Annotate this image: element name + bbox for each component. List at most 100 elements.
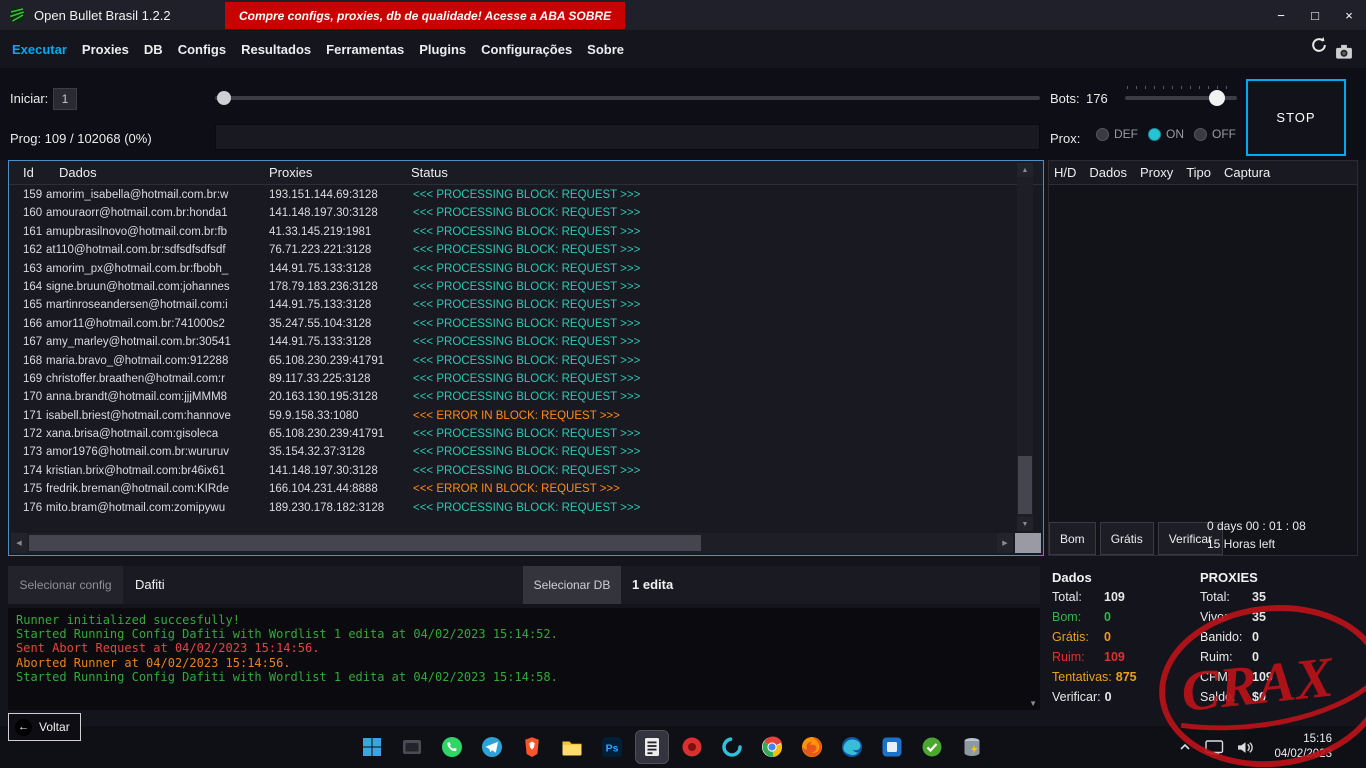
horizontal-scroll-thumb[interactable] xyxy=(29,535,701,551)
taskbar-icon-circle-app[interactable] xyxy=(716,731,748,763)
stat-value: 0 xyxy=(1104,630,1111,650)
stat-row: Tentativas:875 xyxy=(1052,670,1137,690)
table-row[interactable]: 160amouraorr@hotmail.com.br:honda1141.14… xyxy=(9,205,1014,223)
table-row[interactable]: 171isabell.briest@hotmail.com:hannove59.… xyxy=(9,408,1014,426)
table-row[interactable]: 170anna.brandt@hotmail.com:jjjMMM820.163… xyxy=(9,389,1014,407)
taskbar-clock[interactable]: 15:16 04/02/2023 xyxy=(1274,732,1332,762)
stat-value: 0 xyxy=(1105,690,1112,710)
taskbar-icon-blue-app[interactable] xyxy=(876,731,908,763)
table-row[interactable]: 164signe.bruun@hotmail.com:johannes178.7… xyxy=(9,279,1014,297)
table-row[interactable]: 163amorim_px@hotmail.com.br:fbobh_144.91… xyxy=(9,261,1014,279)
scroll-down-icon[interactable]: ▼ xyxy=(1017,517,1033,531)
taskbar-icon-start[interactable] xyxy=(356,731,388,763)
taskbar: Ps 15:16 04/02/2023 xyxy=(0,726,1366,768)
slider-thumb[interactable] xyxy=(1209,90,1225,106)
start-slider[interactable] xyxy=(215,89,1040,107)
taskbar-icon-red-app[interactable] xyxy=(676,731,708,763)
menu-item-executar[interactable]: Executar xyxy=(12,42,67,57)
menu-item-resultados[interactable]: Resultados xyxy=(241,42,311,57)
select-config-button[interactable]: Selecionar config xyxy=(8,566,123,604)
taskbar-icon-openbullet[interactable] xyxy=(636,731,668,763)
taskbar-icon-file-explorer[interactable] xyxy=(556,731,588,763)
cell-proxy: 166.104.231.44:8888 xyxy=(269,483,407,495)
maximize-icon[interactable]: □ xyxy=(1298,0,1332,30)
prox-radio-def[interactable]: DEF xyxy=(1096,127,1138,141)
screenshot-camera-icon[interactable] xyxy=(1334,42,1354,62)
vertical-scroll-thumb[interactable] xyxy=(1018,456,1032,514)
log-area[interactable]: Runner initialized succesfully! Started R… xyxy=(8,608,1040,710)
stat-label: Total: xyxy=(1200,590,1248,610)
menu-item-ferramentas[interactable]: Ferramentas xyxy=(326,42,404,57)
cast-screen-icon[interactable] xyxy=(1205,740,1224,755)
cell-proxy: 65.108.230.239:41791 xyxy=(269,428,407,440)
iniciar-value-box[interactable]: 1 xyxy=(53,88,77,110)
vertical-scrollbar[interactable]: ▲ ▼ xyxy=(1017,163,1033,531)
volume-icon[interactable] xyxy=(1237,740,1254,755)
select-db-button[interactable]: Selecionar DB xyxy=(523,566,621,604)
table-row[interactable]: 175fredrik.breman@hotmail.com:KIRde166.1… xyxy=(9,481,1014,499)
prox-radio-off[interactable]: OFF xyxy=(1194,127,1236,141)
table-row[interactable]: 169christoffer.braathen@hotmail.com:r89.… xyxy=(9,371,1014,389)
taskbar-icon-brave[interactable] xyxy=(516,731,548,763)
menu-item-configura-es[interactable]: Configurações xyxy=(481,42,572,57)
table-row[interactable]: 161amupbrasilnovo@hotmail.com.br:fb41.33… xyxy=(9,224,1014,242)
cell-dados: amupbrasilnovo@hotmail.com.br:fb xyxy=(46,226,260,238)
log-scroll-down-icon[interactable]: ▼ xyxy=(1029,699,1037,708)
column-header-status: Status xyxy=(411,165,448,180)
voltar-button[interactable]: ← Voltar xyxy=(8,713,81,741)
taskbar-icon-database-app[interactable] xyxy=(956,731,988,763)
table-row[interactable]: 162at110@hotmail.com.br:sdfsdfsdfsdf76.7… xyxy=(9,242,1014,260)
table-row[interactable]: 159amorim_isabella@hotmail.com.br:w193.1… xyxy=(9,187,1014,205)
update-icon[interactable] xyxy=(1309,35,1329,55)
time-left: 15 Horas left xyxy=(1207,535,1306,553)
taskbar-icon-whatsapp[interactable] xyxy=(436,731,468,763)
stop-button[interactable]: STOP xyxy=(1246,79,1346,156)
taskbar-icon-green-app[interactable] xyxy=(916,731,948,763)
table-row[interactable]: 168maria.bravo_@hotmail.com:91228865.108… xyxy=(9,353,1014,371)
stat-row: Ruim:0 xyxy=(1200,650,1273,670)
cell-dados: amorim_px@hotmail.com.br:fbobh_ xyxy=(46,263,260,275)
radio-label: ON xyxy=(1166,127,1184,141)
menu-item-proxies[interactable]: Proxies xyxy=(82,42,129,57)
cell-dados: mito.bram@hotmail.com:zomipywu xyxy=(46,502,260,514)
table-row[interactable]: 173amor1976@hotmail.com.br:wururuv35.154… xyxy=(9,444,1014,462)
taskbar-icon-telegram[interactable] xyxy=(476,731,508,763)
table-row[interactable]: 174kristian.brix@hotmail.com:br46ix61141… xyxy=(9,463,1014,481)
minimize-icon[interactable]: − xyxy=(1264,0,1298,30)
taskbar-icon-widgets[interactable] xyxy=(396,731,428,763)
menu-item-sobre[interactable]: Sobre xyxy=(587,42,624,57)
hits-button-bom[interactable]: Bom xyxy=(1049,522,1096,555)
scroll-right-icon[interactable]: ▶ xyxy=(997,533,1013,553)
cell-proxy: 193.151.144.69:3128 xyxy=(269,189,407,201)
clock-time: 15:16 xyxy=(1274,732,1332,747)
menu-item-plugins[interactable]: Plugins xyxy=(419,42,466,57)
stat-value: 0 xyxy=(1104,610,1111,630)
table-row[interactable]: 167amy_marley@hotmail.com.br:30541144.91… xyxy=(9,334,1014,352)
slider-thumb[interactable] xyxy=(217,91,231,105)
bots-slider[interactable] xyxy=(1125,89,1237,107)
taskbar-icon-photoshop[interactable]: Ps xyxy=(596,731,628,763)
taskbar-icon-chrome[interactable] xyxy=(756,731,788,763)
table-row[interactable]: 176mito.bram@hotmail.com:zomipywu189.230… xyxy=(9,500,1014,518)
table-row[interactable]: 166amor11@hotmail.com.br:741000s235.247.… xyxy=(9,316,1014,334)
table-row[interactable]: 172xana.brisa@hotmail.com:gisoleca65.108… xyxy=(9,426,1014,444)
cell-proxy: 141.148.197.30:3128 xyxy=(269,207,407,219)
taskbar-icon-edge[interactable] xyxy=(836,731,868,763)
hits-header: H/DDadosProxyTipoCaptura xyxy=(1049,161,1357,185)
scroll-up-icon[interactable]: ▲ xyxy=(1017,163,1033,177)
taskbar-icon-firefox[interactable] xyxy=(796,731,828,763)
cell-dados: kristian.brix@hotmail.com:br46ix61 xyxy=(46,465,260,477)
horizontal-scrollbar[interactable]: ◀ ▶ xyxy=(11,533,1013,553)
prox-radio-on[interactable]: ON xyxy=(1148,127,1184,141)
log-line: Runner initialized succesfully! xyxy=(16,613,1040,627)
table-row[interactable]: 165martinroseandersen@hotmail.com:i144.9… xyxy=(9,297,1014,315)
close-icon[interactable]: × xyxy=(1332,0,1366,30)
hits-button-gr-tis[interactable]: Grátis xyxy=(1100,522,1154,555)
log-line: Started Running Config Dafiti with Wordl… xyxy=(16,670,1040,684)
menu-item-db[interactable]: DB xyxy=(144,42,163,57)
stats-panel: DadosTotal:109Bom:0Grátis:0Ruim:109Tenta… xyxy=(1048,566,1366,720)
scroll-left-icon[interactable]: ◀ xyxy=(11,533,27,553)
tray-chevron-up-icon[interactable] xyxy=(1178,740,1192,754)
scrollbar-corner xyxy=(1015,533,1041,553)
menu-item-configs[interactable]: Configs xyxy=(178,42,226,57)
